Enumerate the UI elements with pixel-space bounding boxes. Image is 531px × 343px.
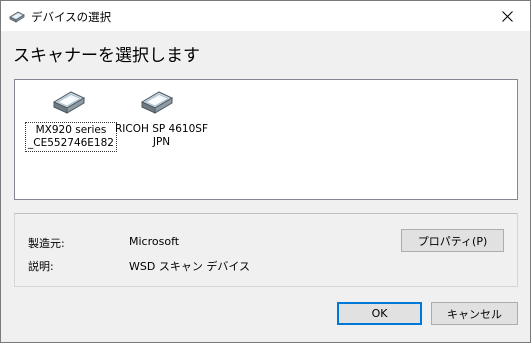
title-bar[interactable]: デバイスの選択 [1,1,530,31]
manufacturer-value: Microsoft [129,235,180,248]
description-label: 説明: [28,260,54,273]
device-label: RICOH SP 4610SF JPN [113,122,210,150]
device-select-dialog: デバイスの選択 スキャナーを選択します MX920 series _CE55274… [0,0,531,343]
description-value: WSD スキャン デバイス [129,260,250,273]
device-name: RICOH SP 4610SF [115,123,208,135]
device-id: JPN [152,136,171,148]
device-id: _CE552746E182 [28,137,114,149]
cancel-button[interactable]: キャンセル [431,302,518,325]
device-item[interactable]: RICOH SP 4610SF JPN [113,86,208,150]
scanner-icon [9,11,25,23]
scanner-icon [140,91,174,114]
device-label: MX920 series _CE552746E182 [25,122,117,152]
manufacturer-label: 製造元: [28,237,65,250]
page-title: スキャナーを選択します [13,46,200,66]
device-info-panel: 製造元: Microsoft 説明: WSD スキャン デバイス プロパティ(P… [14,213,518,287]
close-button[interactable] [484,1,530,31]
device-list[interactable]: MX920 series _CE552746E182 RICOH SP 4610S… [14,79,518,200]
device-item[interactable]: MX920 series _CE552746E182 [25,86,117,152]
scanner-icon [52,91,86,114]
ok-button[interactable]: OK [337,302,422,325]
properties-button[interactable]: プロパティ(P) [401,229,504,252]
device-name: MX920 series [35,124,107,136]
window-title: デバイスの選択 [31,10,112,24]
close-icon [501,10,513,22]
